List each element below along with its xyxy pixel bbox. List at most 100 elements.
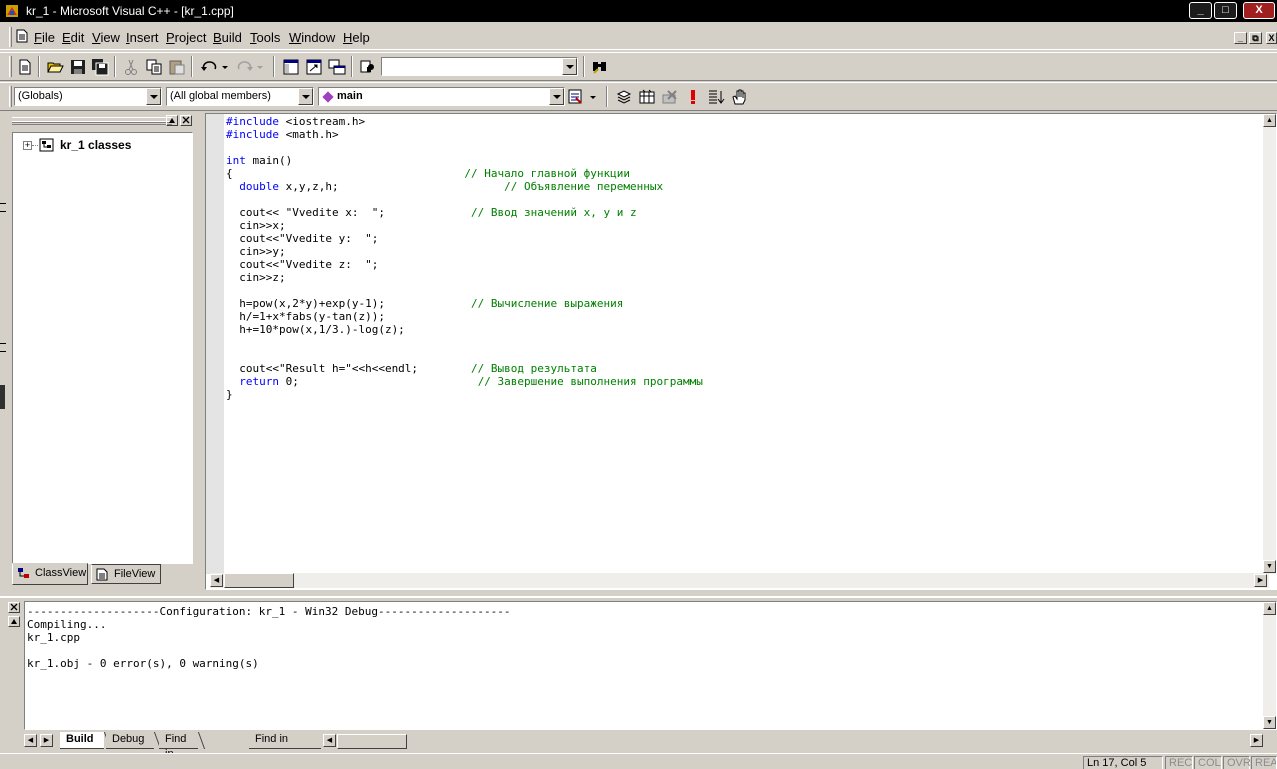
- menu-insert[interactable]: Insert: [126, 30, 159, 45]
- function-combo[interactable]: main: [318, 87, 565, 106]
- find-icon[interactable]: [590, 57, 610, 77]
- edge-line: [0, 203, 6, 204]
- menu-project[interactable]: Project: [166, 30, 206, 45]
- execute-icon[interactable]: [683, 87, 703, 107]
- title-bar[interactable]: kr_1 - Microsoft Visual C++ - [kr_1.cpp]…: [0, 0, 1277, 22]
- output-window-icon[interactable]: [304, 57, 324, 77]
- output-pane-maximize-button[interactable]: [8, 616, 20, 627]
- save-icon[interactable]: [68, 57, 88, 77]
- build-icon[interactable]: [637, 87, 657, 107]
- menu-file[interactable]: File: [34, 30, 55, 45]
- chevron-down-icon[interactable]: [562, 58, 577, 75]
- new-text-file-icon[interactable]: [15, 57, 35, 77]
- chevron-down-icon[interactable]: [298, 88, 313, 105]
- mdi-minimize-button[interactable]: _: [1234, 32, 1247, 44]
- menu-tools[interactable]: Tools: [250, 30, 280, 45]
- paste-icon[interactable]: [167, 57, 187, 77]
- go-icon[interactable]: [706, 87, 726, 107]
- tab-fileview[interactable]: FileView: [91, 564, 161, 584]
- document-icon[interactable]: [16, 29, 28, 46]
- output-pane-close-button[interactable]: [8, 602, 20, 613]
- save-all-icon[interactable]: [90, 57, 110, 77]
- menu-grip[interactable]: [9, 27, 12, 47]
- stop-build-icon[interactable]: [660, 87, 680, 107]
- menu-view[interactable]: View: [92, 30, 120, 45]
- workspace-tabs: ClassView FileView: [12, 563, 193, 586]
- scroll-up-icon[interactable]: ▲: [1263, 114, 1276, 127]
- menu-help[interactable]: Help: [343, 30, 370, 45]
- output-text-box[interactable]: --------------------Configuration: kr_1 …: [24, 601, 1277, 730]
- maximize-button[interactable]: □: [1214, 2, 1237, 19]
- workspace-icon[interactable]: [281, 57, 301, 77]
- window-list-icon[interactable]: [327, 57, 347, 77]
- tab-find-in-files-1[interactable]: Find in Files 1: [159, 732, 206, 769]
- toolbar-separator: [606, 86, 608, 107]
- scroll-up-icon[interactable]: ▲: [1263, 602, 1276, 615]
- mdi-close-button[interactable]: X: [1266, 32, 1277, 44]
- tab-build[interactable]: Build: [60, 732, 111, 749]
- output-hscroll-right-icon[interactable]: ▶: [1250, 734, 1263, 747]
- tab-classview[interactable]: ClassView: [12, 563, 88, 585]
- menu-project-label: roject: [174, 30, 207, 45]
- app-icon[interactable]: [5, 4, 19, 18]
- find-combo[interactable]: [381, 57, 578, 76]
- chevron-down-icon[interactable]: [146, 88, 161, 105]
- menu-window[interactable]: Window: [289, 30, 335, 45]
- menu-build-label: uild: [221, 30, 242, 45]
- undo-icon[interactable]: [198, 57, 232, 77]
- dock-grip[interactable]: [12, 121, 172, 125]
- scroll-down-icon[interactable]: ▼: [1263, 560, 1276, 573]
- pane-close-button[interactable]: [180, 115, 192, 126]
- scroll-down-icon[interactable]: ▼: [1263, 716, 1276, 729]
- compile-icon[interactable]: [614, 87, 634, 107]
- code-line: cout<<"Result h="<<h<<endl; // Вывод рез…: [226, 362, 703, 375]
- scope-combo[interactable]: (Globals): [14, 87, 162, 106]
- scope-combo-value: (Globals): [18, 90, 63, 102]
- class-tree[interactable]: + kr_1 classes: [12, 132, 193, 564]
- find-in-files-icon[interactable]: [358, 57, 378, 77]
- scroll-right-icon[interactable]: ▶: [1254, 574, 1267, 587]
- output-line: Compiling...: [27, 618, 107, 631]
- breakpoint-hand-icon[interactable]: [729, 87, 749, 107]
- redo-icon[interactable]: [233, 57, 267, 77]
- output-vertical-scrollbar[interactable]: ▲ ▼: [1263, 602, 1276, 729]
- menu-build[interactable]: Build: [213, 30, 242, 45]
- chevron-down-icon[interactable]: [549, 88, 564, 105]
- members-combo-value: (All global members): [170, 90, 271, 102]
- code-keyword: double: [239, 180, 279, 193]
- copy-icon[interactable]: [144, 57, 164, 77]
- editor-horizontal-scrollbar[interactable]: ◀ ▶: [210, 573, 1269, 588]
- mdi-restore-button[interactable]: ⧉: [1249, 32, 1262, 44]
- tab-find-in-files-2[interactable]: Find in Files 2: [249, 732, 321, 749]
- window-title: kr_1 - Microsoft Visual C++ - [kr_1.cpp]: [26, 4, 234, 18]
- status-rec: REC: [1165, 756, 1193, 769]
- output-hscroll-thumb[interactable]: [337, 734, 407, 749]
- tab-scroll-left-icon[interactable]: ◀: [24, 734, 37, 747]
- menu-edit[interactable]: Edit: [62, 30, 84, 45]
- pane-maximize-button[interactable]: [166, 115, 178, 126]
- code-area[interactable]: #include <iostream.h> #include <math.h> in…: [226, 115, 703, 401]
- close-button[interactable]: X: [1243, 2, 1275, 19]
- toolbar-grip[interactable]: [9, 56, 12, 77]
- tab-scroll-right-icon[interactable]: ▶: [40, 734, 53, 747]
- code-text: x,y,z,h;: [279, 180, 505, 193]
- members-combo[interactable]: (All global members): [166, 87, 314, 106]
- source-editor[interactable]: #include <iostream.h> #include <math.h> in…: [205, 113, 1277, 590]
- editor-vertical-scrollbar[interactable]: ▲ ▼: [1263, 114, 1276, 574]
- cut-icon[interactable]: [121, 57, 141, 77]
- expand-icon[interactable]: +: [23, 141, 32, 150]
- code-text: cout<<"Vvedite y: ";: [226, 232, 379, 245]
- scroll-thumb[interactable]: [224, 573, 294, 588]
- status-bar: Ln 17, Col 5 REC COL OVR READ: [0, 753, 1277, 769]
- minimize-button[interactable]: _: [1189, 2, 1212, 19]
- tab-debug[interactable]: Debug: [106, 732, 162, 749]
- menu-edit-mnemonic: E: [62, 30, 71, 45]
- open-folder-icon[interactable]: [45, 57, 65, 77]
- output-hscroll-left-icon[interactable]: ◀: [323, 734, 336, 747]
- code-line: { // Начало главной функции: [226, 167, 703, 180]
- wizardbar-actions-icon[interactable]: [566, 87, 600, 107]
- toolbar-grip[interactable]: [9, 86, 12, 107]
- scroll-left-icon[interactable]: ◀: [210, 574, 223, 587]
- edge-line: [0, 343, 6, 344]
